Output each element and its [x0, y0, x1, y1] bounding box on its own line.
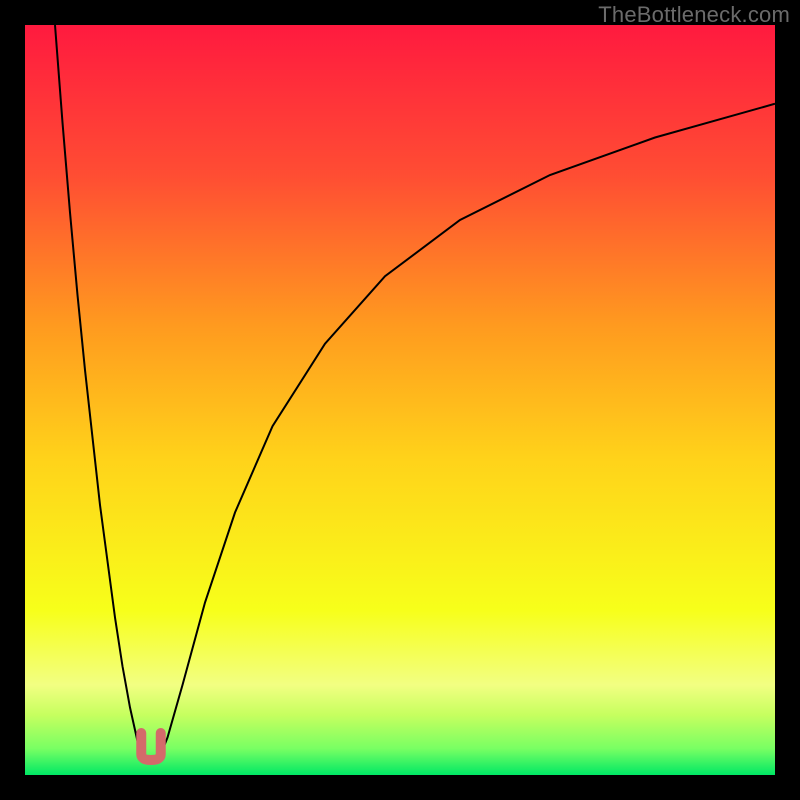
chart-container: TheBottleneck.com: [0, 0, 800, 800]
plot-background: [25, 25, 775, 775]
plot-area: [25, 25, 775, 775]
watermark-text: TheBottleneck.com: [598, 2, 790, 28]
chart-svg: [25, 25, 775, 775]
